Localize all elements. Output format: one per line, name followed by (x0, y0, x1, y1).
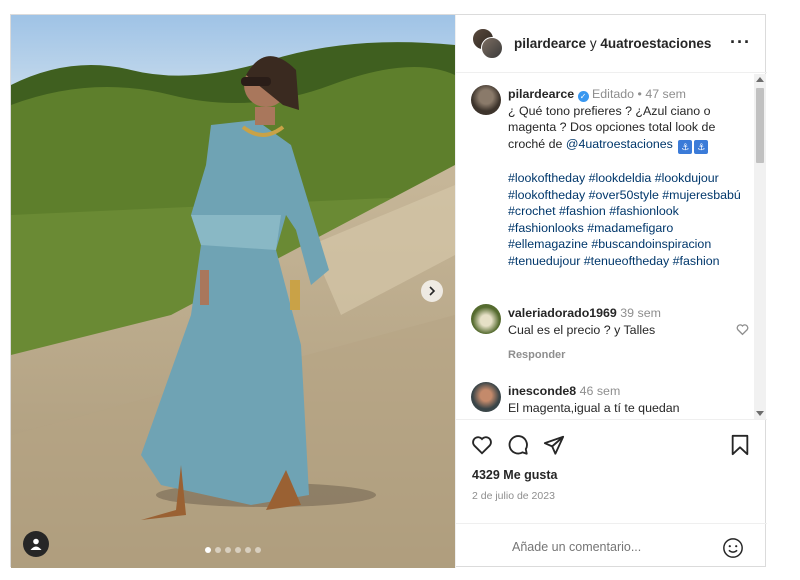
emoji-icon[interactable] (722, 537, 744, 559)
edited-label: Editado (592, 87, 635, 101)
reply-button[interactable]: Responder (508, 349, 565, 361)
comment-time[interactable]: 39 sem (620, 306, 661, 320)
separator-dot: • (637, 87, 642, 101)
more-options-button[interactable]: ··· (730, 32, 751, 52)
instagram-post: pilardearce y 4uatroestaciones ··· pilar… (10, 14, 767, 568)
comments-scrollbar[interactable] (754, 74, 766, 419)
carousel-dot (215, 547, 221, 553)
collab-avatars[interactable] (472, 27, 504, 60)
chevron-right-icon (429, 286, 436, 296)
comment-time[interactable]: 46 sem (580, 384, 621, 398)
carousel-dot (245, 547, 251, 553)
carousel-dot (235, 547, 241, 553)
share-icon[interactable] (543, 434, 565, 456)
coauthor-username[interactable]: 4uatroestaciones (600, 36, 711, 51)
photo-scene (11, 15, 455, 568)
bookmark-icon[interactable] (730, 434, 750, 456)
add-comment-bar (456, 523, 767, 568)
mention-link[interactable]: @4uatroestaciones (566, 137, 673, 151)
heart-icon[interactable] (736, 323, 749, 336)
caption-time[interactable]: 47 sem (645, 87, 686, 101)
scroll-down-arrow-icon[interactable] (756, 411, 764, 416)
post-authors: pilardearce y 4uatroestaciones (514, 36, 711, 51)
post-side-panel: pilardearce y 4uatroestaciones ··· pilar… (455, 15, 767, 568)
scroll-up-arrow-icon[interactable] (756, 77, 764, 82)
post-header: pilardearce y 4uatroestaciones ··· (456, 15, 767, 73)
avatar[interactable] (471, 304, 501, 334)
tagged-users-button[interactable] (23, 531, 49, 557)
heart-icon[interactable] (471, 434, 493, 456)
post-caption: pilardearce ✓ Editado • 47 sem ¿ Qué ton… (508, 86, 746, 269)
comment-username[interactable]: valeriadorado1969 (508, 306, 617, 320)
caption-username[interactable]: pilardearce (508, 87, 574, 101)
next-slide-button[interactable] (421, 280, 443, 302)
anchor-emoji-icon: ⚓ (694, 139, 709, 154)
carousel-dot (255, 547, 261, 553)
comment-username[interactable]: inesconde8 (508, 384, 576, 398)
hashtags[interactable]: #lookoftheday #lookdeldia #lookdujour #l… (508, 170, 746, 269)
comment-text: Cual es el precio ? y Talles (508, 322, 656, 337)
avatar[interactable] (471, 382, 501, 412)
anchor-emoji-icon: ⚓ (678, 139, 693, 154)
scrollbar-thumb[interactable] (756, 88, 764, 163)
comment-input[interactable] (512, 540, 712, 554)
avatar[interactable] (481, 36, 503, 59)
carousel-dot (225, 547, 231, 553)
ellipsis-icon: ··· (730, 32, 751, 52)
authors-conjunction: y (589, 36, 597, 51)
post-actions: 4329 Me gusta 2 de julio de 2023 (456, 419, 767, 529)
comment-body: valeriadorado1969 39 sem Cual es el prec… (508, 305, 733, 338)
comment-text: El magenta,igual a tí te quedan hermosos… (508, 400, 680, 420)
carousel-dot (205, 547, 211, 553)
likes-count[interactable]: 4329 Me gusta (472, 468, 557, 482)
carousel-dots (11, 547, 455, 553)
comments-list[interactable]: pilardearce ✓ Editado • 47 sem ¿ Qué ton… (456, 74, 767, 419)
verified-badge-icon: ✓ (577, 91, 589, 102)
author-username[interactable]: pilardearce (514, 36, 586, 51)
post-date: 2 de julio de 2023 (472, 490, 555, 502)
comment-body: inesconde8 46 sem El magenta,igual a tí … (508, 383, 733, 419)
avatar[interactable] (471, 85, 501, 115)
comment-icon[interactable] (507, 434, 529, 456)
post-photo[interactable] (11, 15, 455, 568)
